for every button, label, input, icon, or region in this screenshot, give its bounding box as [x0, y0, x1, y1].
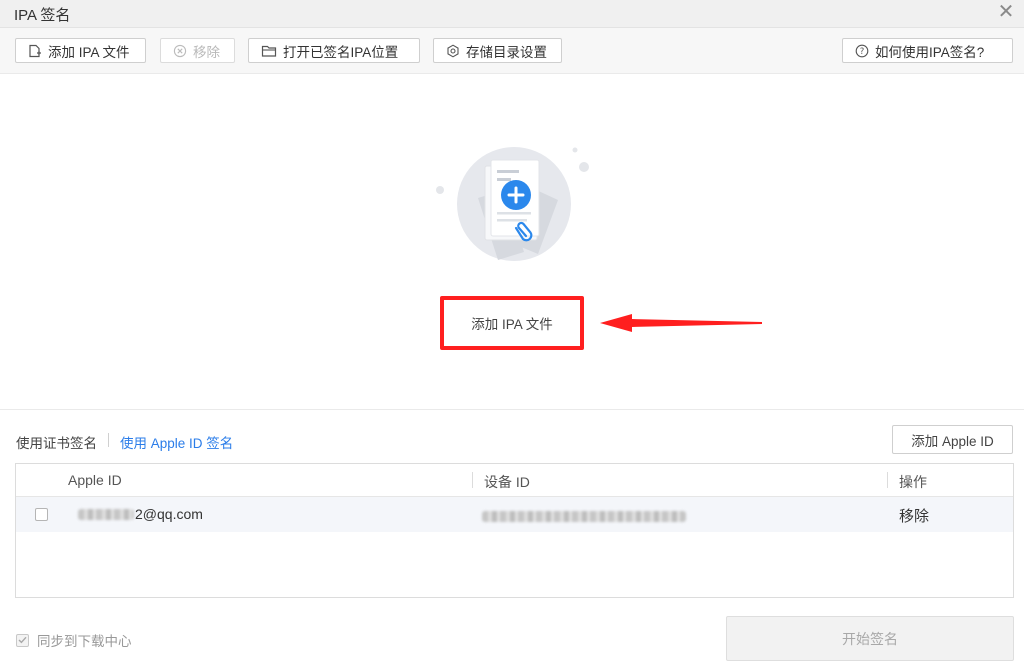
remove-circle-icon: [173, 44, 187, 57]
apple-id-visible-text: 2@qq.com: [135, 506, 203, 522]
help-button[interactable]: ? 如何使用IPA签名?: [842, 38, 1013, 63]
add-ipa-highlight-box: 添加 IPA 文件: [440, 296, 584, 350]
close-icon[interactable]: ✕: [996, 2, 1016, 22]
add-ipa-file-label: 添加 IPA 文件: [48, 44, 130, 60]
apple-id-cell: 2@qq.com: [78, 506, 203, 522]
remove-row-link[interactable]: 移除: [899, 505, 929, 526]
sync-label: 同步到下载中心: [37, 634, 132, 649]
tab-divider: [108, 433, 109, 447]
row-checkbox[interactable]: [35, 508, 48, 521]
tab-certificate-sign[interactable]: 使用证书签名: [16, 432, 97, 452]
title-bar: IPA 签名 ✕: [0, 0, 1024, 28]
add-ipa-file-button[interactable]: 添加 IPA 文件: [15, 38, 146, 63]
redacted-text: [78, 508, 134, 520]
add-ipa-file-link[interactable]: 添加 IPA 文件: [471, 313, 553, 333]
help-label: 如何使用IPA签名?: [875, 44, 985, 60]
column-divider: [472, 472, 473, 488]
window-title: IPA 签名: [14, 7, 71, 24]
sign-mode-bar: 使用证书签名 使用 Apple ID 签名 添加 Apple ID: [0, 424, 1024, 456]
table-row[interactable]: 2@qq.com 移除: [16, 497, 1013, 532]
table-header: Apple ID 设备 ID 操作: [16, 464, 1013, 497]
column-action: 操作: [899, 474, 927, 490]
folder-icon: [261, 45, 277, 57]
apple-id-table: Apple ID 设备 ID 操作 2@qq.com 移除: [15, 463, 1014, 598]
column-divider: [887, 472, 888, 488]
remove-label: 移除: [193, 44, 220, 60]
redacted-text: [482, 511, 686, 522]
ipa-drop-zone[interactable]: 添加 IPA 文件: [0, 74, 1024, 410]
storage-settings-label: 存储目录设置: [466, 44, 547, 60]
open-signed-ipa-location-label: 打开已签名IPA位置: [283, 44, 399, 60]
column-apple-id: Apple ID: [68, 472, 122, 488]
tab-apple-id-sign[interactable]: 使用 Apple ID 签名: [120, 432, 233, 452]
remove-button[interactable]: 移除: [160, 38, 235, 63]
svg-text:?: ?: [860, 47, 865, 57]
red-arrow-annotation-icon: [600, 314, 762, 332]
help-icon: ?: [855, 44, 869, 57]
open-signed-ipa-location-button[interactable]: 打开已签名IPA位置: [248, 38, 420, 63]
footer: 同步到下载中心 开始签名: [0, 606, 1024, 669]
toolbar: 添加 IPA 文件 移除 打开已签名IPA位置 存储目录设置 ? 如何使用IPA…: [0, 28, 1024, 74]
start-sign-button[interactable]: 开始签名: [726, 616, 1014, 661]
device-id-cell: [482, 509, 686, 525]
add-file-icon: [29, 44, 41, 57]
column-device-id: 设备 ID: [484, 474, 530, 490]
add-apple-id-button[interactable]: 添加 Apple ID: [892, 425, 1013, 454]
storage-settings-button[interactable]: 存储目录设置: [433, 38, 562, 63]
checkbox-icon: [16, 633, 29, 647]
add-document-illustration-icon: [436, 147, 589, 261]
checkmark-icon: [18, 636, 27, 644]
sync-download-center-checkbox[interactable]: 同步到下载中心: [16, 630, 132, 650]
gear-icon: [447, 44, 459, 57]
